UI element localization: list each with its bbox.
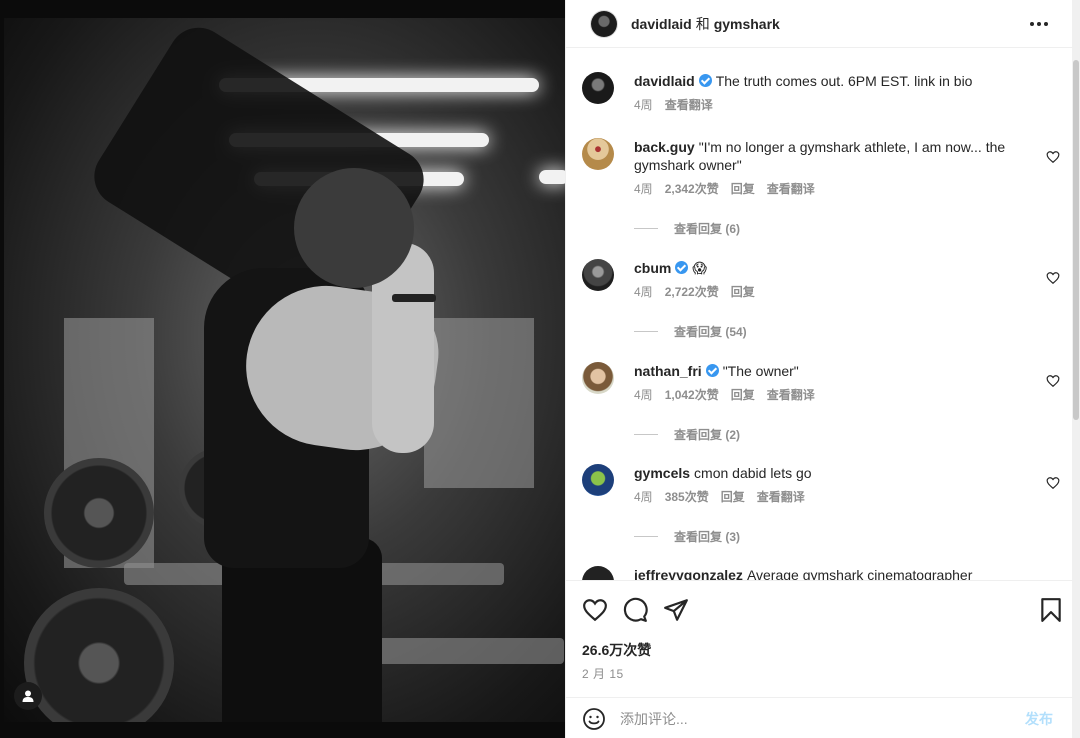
weight-plate: [24, 588, 174, 722]
comment-text: "The owner": [722, 363, 799, 379]
comment-avatar[interactable]: [582, 72, 614, 104]
comment-avatar[interactable]: [582, 362, 614, 394]
post-side-panel: davidlaid 和 gymshark davidlaid The truth co…: [565, 0, 1080, 738]
reply-button[interactable]: 回复: [731, 180, 755, 197]
like-comment-icon[interactable]: [1046, 374, 1060, 388]
comment-item: cbum 😱 4周 2,722次赞 回复 查看回复 (54): [582, 259, 1062, 349]
comment-text: The truth comes out. 6PM EST. link in bi…: [715, 73, 973, 89]
reply-button[interactable]: 回复: [731, 386, 755, 403]
user-icon: [22, 690, 34, 702]
author-link-davidlaid[interactable]: davidlaid: [631, 16, 692, 32]
emoji-icon[interactable]: [582, 707, 606, 731]
gym-photo: [4, 18, 565, 722]
more-options-button[interactable]: [1027, 15, 1051, 33]
see-translation-button[interactable]: 查看翻译: [757, 488, 805, 505]
comment-avatar[interactable]: [582, 259, 614, 291]
comment-avatar[interactable]: [582, 566, 614, 580]
comment-time[interactable]: 4周: [634, 386, 653, 403]
person-wristband: [392, 294, 436, 302]
reply-button[interactable]: 回复: [731, 283, 755, 300]
comment-text: Average gymshark cinematographer: [746, 567, 973, 580]
author-avatar[interactable]: [590, 9, 618, 38]
view-replies-label: 查看回复 (54): [674, 325, 747, 339]
view-replies-label: 查看回复 (6): [674, 222, 741, 236]
comment-time[interactable]: 4周: [634, 180, 653, 197]
comment-likes[interactable]: 385次赞: [665, 488, 709, 505]
comment-username[interactable]: nathan_fri: [634, 363, 702, 379]
verified-badge-icon: [675, 261, 689, 274]
caption: davidlaid The truth comes out. 6PM EST. l…: [582, 72, 1062, 142]
view-replies-label: 查看回复 (3): [674, 530, 741, 544]
likes-count[interactable]: 26.6万次赞: [582, 640, 651, 660]
post-comment-button[interactable]: 发布: [1025, 709, 1053, 729]
comment-likes[interactable]: 2,722次赞: [665, 283, 719, 300]
like-comment-icon[interactable]: [1046, 150, 1060, 164]
like-comment-icon[interactable]: [1046, 476, 1060, 490]
comment-input[interactable]: [620, 710, 1000, 727]
verified-badge-icon: [705, 364, 719, 377]
gym-rack: [424, 318, 534, 488]
comment-likes[interactable]: 2,342次赞: [665, 180, 719, 197]
comment-username[interactable]: davidlaid: [634, 73, 695, 89]
comment-time[interactable]: 4周: [634, 283, 653, 300]
reply-button[interactable]: 回复: [721, 488, 745, 505]
post-authors: davidlaid 和 gymshark: [631, 14, 780, 34]
see-translation-button[interactable]: 查看翻译: [767, 180, 815, 197]
comment-item: nathan_fri "The owner" 4周 1,042次赞 回复 查看翻译…: [582, 362, 1062, 452]
comment-username[interactable]: jeffreyygonzalez: [634, 567, 743, 580]
comment-time[interactable]: 4周: [634, 96, 653, 113]
tagged-users-button[interactable]: [14, 682, 42, 710]
scrollbar[interactable]: [1072, 0, 1080, 738]
see-translation-button[interactable]: 查看翻译: [767, 386, 815, 403]
post-photo[interactable]: [0, 0, 565, 738]
person-head: [294, 168, 414, 288]
gym-bench: [354, 638, 564, 664]
view-replies-button[interactable]: 查看回复 (6): [634, 220, 740, 237]
ceiling-light: [539, 170, 565, 184]
verified-badge-icon: [698, 74, 712, 87]
scrollbar-thumb[interactable]: [1073, 60, 1079, 420]
post-header: davidlaid 和 gymshark: [566, 0, 1073, 48]
author-separator: 和: [695, 15, 710, 32]
more-icon: [1030, 22, 1048, 26]
see-translation-button[interactable]: 查看翻译: [665, 96, 713, 113]
share-icon[interactable]: [663, 597, 689, 623]
comment-avatar[interactable]: [582, 138, 614, 170]
comment-icon[interactable]: [622, 597, 648, 623]
comments-list[interactable]: davidlaid The truth comes out. 6PM EST. l…: [566, 58, 1073, 580]
comment-text: cmon dabid lets go: [694, 465, 812, 481]
view-replies-button[interactable]: 查看回复 (54): [634, 323, 747, 340]
comment-username[interactable]: back.guy: [634, 139, 695, 155]
comment-time[interactable]: 4周: [634, 488, 653, 505]
comment-item: gymcels cmon dabid lets go 4周 385次赞 回复 查看…: [582, 464, 1062, 554]
comment-username[interactable]: cbum: [634, 260, 671, 276]
comment-item: jeffreyygonzalez Average gymshark cinemat…: [582, 566, 1062, 580]
comment-text: 😱: [692, 260, 707, 276]
view-replies-button[interactable]: 查看回复 (2): [634, 426, 740, 443]
bookmark-icon[interactable]: [1038, 597, 1064, 623]
like-comment-icon[interactable]: [1046, 271, 1060, 285]
comment-username[interactable]: gymcels: [634, 465, 690, 481]
add-comment-bar: 发布: [566, 697, 1073, 738]
heart-icon[interactable]: [582, 597, 608, 623]
comment-avatar[interactable]: [582, 464, 614, 496]
author-link-gymshark[interactable]: gymshark: [714, 16, 780, 32]
post-date[interactable]: 2 月 15: [582, 665, 624, 682]
view-replies-label: 查看回复 (2): [674, 428, 741, 442]
view-replies-button[interactable]: 查看回复 (3): [634, 528, 740, 545]
comment-likes[interactable]: 1,042次赞: [665, 386, 719, 403]
weight-plate: [44, 458, 154, 568]
comment-item: back.guy "I'm no longer a gymshark athlet…: [582, 138, 1062, 238]
post-actions: 26.6万次赞 2 月 15 发布: [566, 580, 1073, 738]
